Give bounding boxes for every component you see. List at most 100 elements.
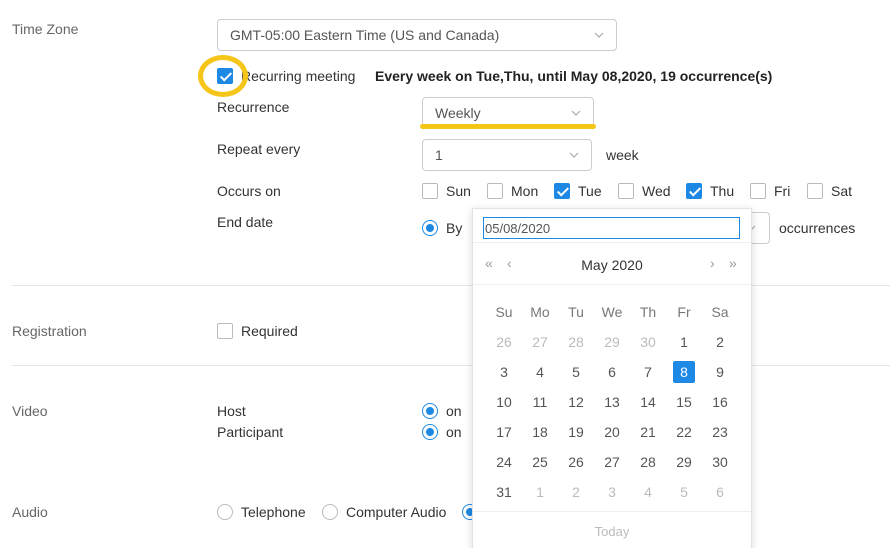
calendar-day[interactable]: 10 xyxy=(486,394,522,410)
time-zone-label: Time Zone xyxy=(12,21,79,37)
calendar-day[interactable]: 30 xyxy=(630,334,666,350)
calendar-day[interactable]: 27 xyxy=(594,454,630,470)
day-checkbox-mon[interactable] xyxy=(487,183,503,199)
calendar-day[interactable]: 19 xyxy=(558,424,594,440)
calendar-day[interactable]: 25 xyxy=(522,454,558,470)
calendar-day[interactable]: 1 xyxy=(522,484,558,500)
registration-label: Registration xyxy=(12,323,87,339)
calendar-day[interactable]: 12 xyxy=(558,394,594,410)
calendar-day-number: 16 xyxy=(712,394,728,410)
day-checkbox-sat[interactable] xyxy=(807,183,823,199)
calendar-day[interactable]: 22 xyxy=(666,424,702,440)
calendar-day[interactable]: 31 xyxy=(486,484,522,500)
calendar-day[interactable]: 14 xyxy=(630,394,666,410)
registration-required-checkbox[interactable] xyxy=(217,323,233,339)
today-button[interactable]: Today xyxy=(473,524,751,539)
calendar-day[interactable]: 2 xyxy=(702,334,738,350)
calendar-day-number: 11 xyxy=(532,394,548,410)
day-checkbox-fri[interactable] xyxy=(750,183,766,199)
calendar-day[interactable]: 11 xyxy=(522,394,558,410)
calendar-day-selected[interactable]: 8 xyxy=(666,361,702,383)
day-checkbox-sun[interactable] xyxy=(422,183,438,199)
calendar-day-number: 10 xyxy=(496,394,512,410)
calendar-day[interactable]: 6 xyxy=(702,484,738,500)
time-zone-value: GMT-05:00 Eastern Time (US and Canada) xyxy=(230,27,500,43)
calendar-grid: Su Mo Tu We Th Fr Sa 26 27 28 29 30 1 2 3 4 5 6 7 8 9 10 11 12 1… xyxy=(486,297,738,507)
registration-required-label: Required xyxy=(241,323,298,339)
calendar-day[interactable]: 26 xyxy=(486,334,522,350)
calendar-day-number: 1 xyxy=(680,334,688,350)
day-label-thu: Thu xyxy=(710,183,735,199)
calendar-day[interactable]: 24 xyxy=(486,454,522,470)
day-checkbox-thu[interactable] xyxy=(686,183,702,199)
calendar-day[interactable]: 16 xyxy=(702,394,738,410)
next-month-icon[interactable]: › xyxy=(710,255,715,271)
time-zone-select[interactable]: GMT-05:00 Eastern Time (US and Canada) xyxy=(217,19,617,51)
calendar-day[interactable]: 29 xyxy=(594,334,630,350)
calendar-week-row: 17 18 19 20 21 22 23 xyxy=(486,417,738,447)
highlight-underline-annotation xyxy=(420,124,596,129)
repeat-every-value: 1 xyxy=(435,147,443,163)
calendar-day-number: 14 xyxy=(640,394,656,410)
calendar-day[interactable]: 28 xyxy=(630,454,666,470)
chevron-down-icon xyxy=(594,32,604,38)
end-date-input[interactable] xyxy=(483,217,740,239)
end-date-label: End date xyxy=(217,214,274,230)
end-by-date-radio[interactable] xyxy=(422,220,438,236)
calendar-day-number: 7 xyxy=(644,364,652,380)
calendar-day-number: 31 xyxy=(496,484,512,500)
calendar-day-number: 5 xyxy=(572,364,580,380)
calendar-day[interactable]: 1 xyxy=(666,334,702,350)
audio-telephone-label: Telephone xyxy=(241,504,306,520)
video-participant-label: Participant xyxy=(217,424,284,440)
calendar-day-number: 4 xyxy=(644,484,652,500)
calendar-day[interactable]: 9 xyxy=(702,364,738,380)
calendar-day-number: 29 xyxy=(676,454,692,470)
calendar-day[interactable]: 26 xyxy=(558,454,594,470)
calendar-day[interactable]: 7 xyxy=(630,364,666,380)
calendar-day-number: 8 xyxy=(673,361,695,383)
video-host-on-radio[interactable] xyxy=(422,403,438,419)
calendar-day[interactable]: 18 xyxy=(522,424,558,440)
recurrence-label: Recurrence xyxy=(217,99,290,115)
repeat-unit: week xyxy=(606,147,639,163)
audio-telephone-radio[interactable] xyxy=(217,504,233,520)
calendar-day[interactable]: 2 xyxy=(558,484,594,500)
calendar-day[interactable]: 13 xyxy=(594,394,630,410)
calendar-day[interactable]: 5 xyxy=(666,484,702,500)
video-participant-on-radio[interactable] xyxy=(422,424,438,440)
calendar-day[interactable]: 4 xyxy=(630,484,666,500)
calendar-day[interactable]: 23 xyxy=(702,424,738,440)
occurs-on-label: Occurs on xyxy=(217,183,281,199)
day-checkbox-wed[interactable] xyxy=(618,183,634,199)
calendar-day[interactable]: 4 xyxy=(522,364,558,380)
calendar-day[interactable]: 20 xyxy=(594,424,630,440)
calendar-day-number: 18 xyxy=(532,424,548,440)
calendar-day[interactable]: 27 xyxy=(522,334,558,350)
calendar-day[interactable]: 21 xyxy=(630,424,666,440)
calendar-day-number: 4 xyxy=(536,364,544,380)
calendar-day[interactable]: 6 xyxy=(594,364,630,380)
recurrence-value: Weekly xyxy=(435,105,481,121)
calendar-day[interactable]: 5 xyxy=(558,364,594,380)
calendar-day-number: 27 xyxy=(604,454,620,470)
highlight-circle-annotation xyxy=(198,55,248,97)
calendar-day[interactable]: 17 xyxy=(486,424,522,440)
calendar-day[interactable]: 30 xyxy=(702,454,738,470)
day-label-wed: Wed xyxy=(642,183,671,199)
day-checkbox-tue[interactable] xyxy=(554,183,570,199)
audio-computer-radio[interactable] xyxy=(322,504,338,520)
weekday-header: Fr xyxy=(677,304,691,320)
next-year-icon[interactable]: » xyxy=(729,255,737,271)
calendar-day[interactable]: 29 xyxy=(666,454,702,470)
calendar-day-number: 6 xyxy=(608,364,616,380)
calendar-day-number: 26 xyxy=(568,454,584,470)
calendar-day[interactable]: 3 xyxy=(594,484,630,500)
repeat-every-select[interactable]: 1 xyxy=(422,139,592,171)
day-label-mon: Mon xyxy=(511,183,539,199)
calendar-day[interactable]: 28 xyxy=(558,334,594,350)
calendar-day[interactable]: 15 xyxy=(666,394,702,410)
weekday-header: Tu xyxy=(568,304,584,320)
calendar-day[interactable]: 3 xyxy=(486,364,522,380)
occurrences-label: occurrences xyxy=(779,220,856,236)
